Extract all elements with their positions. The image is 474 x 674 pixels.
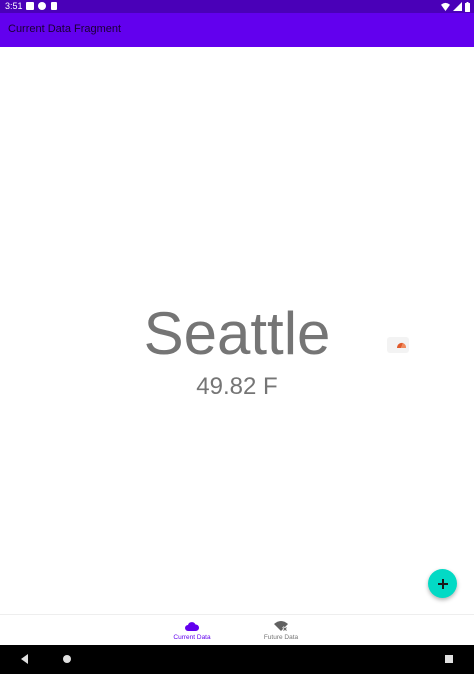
settings-notification-icon: [38, 2, 46, 10]
tab-future-data[interactable]: Future Data: [241, 615, 321, 645]
android-notification-icon: [26, 2, 34, 10]
status-system-icons: [441, 0, 470, 13]
recents-icon[interactable]: [443, 653, 455, 665]
status-bar: 3:51: [0, 0, 474, 13]
add-fab-button[interactable]: [428, 569, 457, 598]
status-time: 3:51: [5, 1, 23, 11]
temperature-value: 49.82 F: [196, 373, 278, 400]
device-screen: 3:51 Current Data Fragment Seattle 49.82…: [0, 0, 474, 674]
app-bar: Current Data Fragment: [0, 13, 474, 47]
battery-icon: [465, 1, 470, 12]
tab-current-data[interactable]: Current Data: [152, 615, 232, 645]
weather-condition-icon: [387, 337, 409, 353]
plus-icon: [437, 578, 448, 589]
back-icon[interactable]: [19, 653, 31, 665]
tab-current-data-label: Current Data: [173, 634, 211, 641]
city-name: Seattle: [143, 300, 331, 367]
tab-future-data-label: Future Data: [263, 634, 299, 641]
sd-card-icon: [51, 2, 57, 10]
system-navigation-bar: [0, 645, 474, 674]
wifi-icon: [441, 2, 450, 11]
bottom-navigation: Current Data Future Data: [0, 614, 474, 645]
cloud-icon: [185, 622, 199, 631]
cellular-signal-icon: [453, 2, 462, 11]
page-title: Current Data Fragment: [8, 23, 122, 35]
home-icon[interactable]: [61, 653, 73, 665]
wifi-off-icon: [274, 621, 288, 632]
